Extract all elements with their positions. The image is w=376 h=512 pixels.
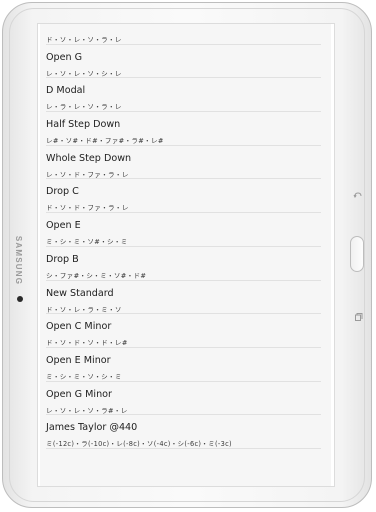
tuning-list-scroll: ド・ソ・レ・ソ・ラ・レ Open G レ・ソ・レ・ソ・シ・レ D Modal レ・ラ・レ… bbox=[40, 24, 331, 449]
brand-text: SAMSUNG bbox=[14, 235, 24, 285]
list-item[interactable]: James Taylor @440 ミ(-12c)・ラ(-10c)・レ(-8c)・… bbox=[40, 415, 331, 449]
home-button[interactable] bbox=[350, 236, 364, 272]
list-divider bbox=[46, 447, 321, 449]
tuning-list[interactable]: ド・ソ・レ・ソ・ラ・レ Open G レ・ソ・レ・ソ・シ・レ D Modal レ・ラ・レ… bbox=[40, 24, 331, 486]
list-item[interactable]: Open E Minor ミ・シ・ミ・ソ・シ・ミ bbox=[40, 348, 331, 382]
list-item[interactable]: Half Step Down レ#・ソ#・ド#・ファ#・ラ#・レ# bbox=[40, 112, 331, 146]
tuning-title: Drop C bbox=[46, 186, 79, 198]
front-camera bbox=[17, 296, 23, 302]
list-item[interactable]: Open G Minor レ・ソ・レ・ソ・ラ#・レ bbox=[40, 382, 331, 416]
list-item[interactable]: New Standard ド・ソ・レ・ラ・ミ・ソ bbox=[40, 281, 331, 315]
tuning-title: Open E Minor bbox=[46, 354, 111, 366]
tuning-title: Open C Minor bbox=[46, 321, 112, 333]
tuning-notes: ミ(-12c)・ラ(-10c)・レ(-8c)・ソ(-4c)・シ(-6c)・ミ(-… bbox=[46, 440, 232, 449]
tuning-notes: ド・ソ・レ・ソ・ラ・レ bbox=[46, 36, 122, 44]
back-button-icon[interactable] bbox=[353, 190, 363, 200]
tuning-notes: レ#・ソ#・ド#・ファ#・ラ#・レ# bbox=[46, 137, 164, 146]
list-item[interactable]: Whole Step Down レ・ソ・ド・ファ・ラ・レ bbox=[40, 146, 331, 180]
screen: ド・ソ・レ・ソ・ラ・レ Open G レ・ソ・レ・ソ・シ・レ D Modal レ・ラ・レ… bbox=[38, 24, 334, 486]
tuning-notes: ド・ソ・ド・ソ・ド・レ# bbox=[46, 339, 128, 348]
tuning-title: Open G bbox=[46, 51, 83, 63]
tuning-title: Open G Minor bbox=[46, 388, 112, 400]
tuning-title: Half Step Down bbox=[46, 119, 121, 131]
tuning-title: James Taylor @440 bbox=[46, 422, 138, 434]
tuning-notes: レ・ソ・レ・ソ・ラ#・レ bbox=[46, 406, 128, 415]
tuning-notes: レ・ソ・ド・ファ・ラ・レ bbox=[46, 170, 129, 179]
list-item[interactable]: Drop B シ・ファ#・シ・ミ・ソ#・ド# bbox=[40, 247, 331, 281]
tuning-notes: ミ・シ・ミ・ソ#・シ・ミ bbox=[46, 238, 128, 247]
list-item[interactable]: Open G レ・ソ・レ・ソ・シ・レ bbox=[40, 45, 331, 79]
list-item[interactable]: Open C Minor ド・ソ・ド・ソ・ド・レ# bbox=[40, 314, 331, 348]
list-item[interactable]: D Modal レ・ラ・レ・ソ・ラ・レ bbox=[40, 78, 331, 113]
list-item[interactable]: Drop C ド・ソ・ド・ファ・ラ・レ bbox=[40, 179, 331, 214]
list-item[interactable]: Open E ミ・シ・ミ・ソ#・シ・ミ bbox=[40, 213, 331, 247]
list-item[interactable]: ド・ソ・レ・ソ・ラ・レ bbox=[40, 24, 331, 45]
tuning-notes: ド・ソ・レ・ラ・ミ・ソ bbox=[46, 305, 122, 314]
tuning-notes: シ・ファ#・シ・ミ・ソ#・ド# bbox=[46, 271, 147, 280]
tuning-notes: レ・ソ・レ・ソ・シ・レ bbox=[46, 69, 122, 78]
tuning-notes: レ・ラ・レ・ソ・ラ・レ bbox=[46, 103, 122, 112]
tuning-notes: ド・ソ・ド・ファ・ラ・レ bbox=[46, 204, 129, 213]
tuning-title: New Standard bbox=[46, 287, 114, 299]
tuning-title: Open E bbox=[46, 220, 81, 232]
tuning-title: Drop B bbox=[46, 253, 79, 265]
tuning-title: D Modal bbox=[46, 85, 86, 97]
recent-apps-icon[interactable] bbox=[353, 312, 363, 322]
tuning-title: Whole Step Down bbox=[46, 152, 132, 164]
brand-logo: SAMSUNG bbox=[4, 232, 34, 288]
tuning-notes: ミ・シ・ミ・ソ・シ・ミ bbox=[46, 372, 122, 381]
